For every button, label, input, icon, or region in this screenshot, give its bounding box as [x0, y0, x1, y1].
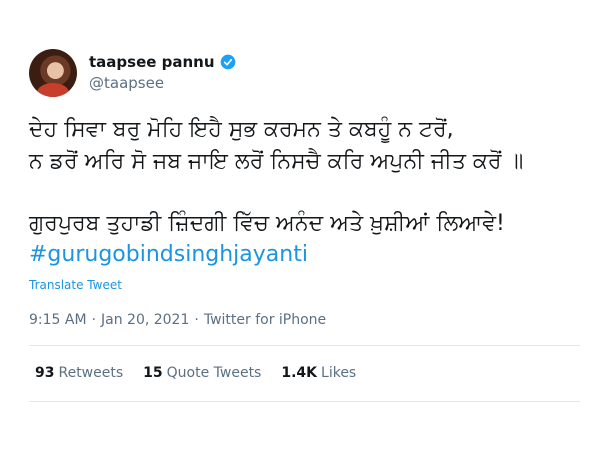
tweet-meta: 9:15 AM · Jan 20, 2021 · Twitter for iPh…: [29, 312, 326, 328]
tweet-source[interactable]: Twitter for iPhone: [204, 312, 326, 328]
hashtag-link[interactable]: #gurugobindsinghjayanti: [29, 242, 308, 267]
tweet-text-line-1: ਦੇਹ ਸਿਵਾ ਬਰੁ ਮੋਹਿ ਇਹੈ ਸੁਭ ਕਰਮਨ ਤੇ ਕਬਹੂੰ …: [29, 117, 454, 142]
retweets-label: Retweets: [58, 365, 124, 381]
translate-tweet-link[interactable]: Translate Tweet: [29, 278, 122, 292]
tweet-text-line-3: ਗੁਰਪੁਰਬ ਤੁਹਾਡੀ ਜ਼ਿੰਦਗੀ ਵਿੱਚ ਅਨੰਦ ਅਤੇ ਖ਼ੁ…: [29, 211, 505, 236]
divider: [29, 401, 580, 402]
verified-badge-icon: [220, 54, 235, 70]
quote-tweets-stat[interactable]: 15 Quote Tweets: [143, 365, 261, 381]
avatar-shirt: [37, 83, 69, 97]
likes-count: 1.4K: [281, 365, 318, 381]
meta-separator: ·: [91, 312, 96, 328]
likes-label: Likes: [321, 365, 357, 381]
meta-separator: ·: [194, 312, 199, 328]
retweets-count: 93: [35, 365, 55, 381]
author-name-row: taapsee pannu: [89, 53, 236, 71]
tweet-time[interactable]: 9:15 AM: [29, 312, 87, 328]
retweets-stat[interactable]: 93 Retweets: [35, 365, 123, 381]
likes-stat[interactable]: 1.4K Likes: [281, 365, 356, 381]
user-handle[interactable]: @taapsee: [89, 74, 164, 92]
tweet-date[interactable]: Jan 20, 2021: [101, 312, 189, 328]
tweet-text-line-2: ਨ ਡਰੋਂ ਅਰਿ ਸੋ ਜਬ ਜਾਇ ਲਰੋਂ ਨਿਸਚੈ ਕਰਿ ਅਪੁਨ…: [29, 149, 524, 174]
tweet-stats: 93 Retweets 15 Quote Tweets 1.4K Likes: [35, 365, 356, 381]
quote-tweets-count: 15: [143, 365, 163, 381]
quote-tweets-label: Quote Tweets: [166, 365, 262, 381]
display-name[interactable]: taapsee pannu: [89, 53, 215, 71]
divider: [29, 345, 580, 346]
avatar[interactable]: [29, 49, 77, 97]
